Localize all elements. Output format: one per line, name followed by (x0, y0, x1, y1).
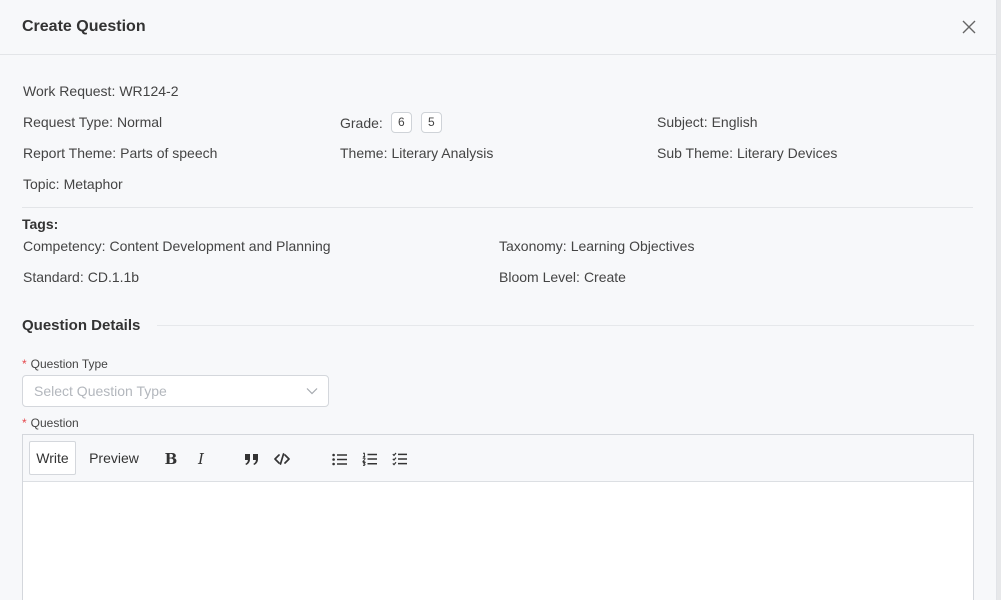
topic-label: Topic: (23, 176, 60, 192)
bloom-level-label: Bloom Level: (499, 269, 580, 285)
taxonomy-label: Taxonomy: (499, 238, 567, 254)
numbered-list-button[interactable] (360, 449, 380, 469)
competency-field: Competency: Content Development and Plan… (23, 238, 331, 254)
italic-icon: I (198, 450, 204, 468)
taxonomy-field: Taxonomy: Learning Objectives (499, 238, 694, 254)
task-list-button[interactable] (390, 449, 410, 469)
modal-body: Work Request: WR124-2 Request Type: Norm… (0, 55, 996, 207)
quote-button[interactable] (242, 449, 262, 469)
question-type-placeholder: Select Question Type (34, 383, 167, 399)
grade-label: Grade: (340, 114, 383, 131)
bloom-level-value: Create (583, 269, 626, 285)
bloom-level-field: Bloom Level: Create (499, 269, 626, 285)
request-type-label: Request Type: (23, 114, 114, 130)
competency-label: Competency: (23, 238, 106, 254)
tags-title: Tags: (22, 216, 59, 232)
question-type-select[interactable]: Select Question Type (22, 375, 329, 407)
standard-value: CD.1.1b (87, 269, 140, 285)
subject-field: Subject: English (657, 114, 758, 130)
sub-theme-field: Sub Theme: Literary Devices (657, 145, 837, 161)
subject-label: Subject: (657, 114, 708, 130)
taxonomy-value: Learning Objectives (570, 238, 695, 254)
competency-value: Content Development and Planning (109, 238, 331, 254)
bold-icon: B (164, 450, 178, 468)
work-request-field: Work Request: WR124-2 (23, 83, 178, 99)
standard-field: Standard: CD.1.1b (23, 269, 139, 285)
required-mark: * (22, 416, 27, 430)
theme-field: Theme: Literary Analysis (340, 145, 493, 161)
task-list-icon (392, 452, 407, 466)
report-theme-value: Parts of speech (120, 145, 218, 161)
request-info: Work Request: WR124-2 Request Type: Norm… (22, 55, 973, 207)
close-button[interactable] (960, 18, 978, 36)
work-request-value: WR124-2 (119, 83, 179, 99)
required-mark: * (22, 357, 27, 371)
sub-theme-label: Sub Theme: (657, 145, 734, 161)
theme-value: Literary Analysis (391, 145, 494, 161)
subject-value: English (711, 114, 758, 130)
tab-preview[interactable]: Preview (86, 441, 142, 475)
bold-button[interactable]: B (161, 449, 181, 469)
theme-label: Theme: (340, 145, 388, 161)
italic-button[interactable]: I (191, 449, 211, 469)
code-button[interactable] (272, 449, 292, 469)
bulleted-list-button[interactable] (330, 449, 350, 469)
backdrop-edge (997, 0, 1001, 600)
question-details-title: Question Details (22, 317, 141, 334)
report-theme-label: Report Theme: (23, 145, 117, 161)
report-theme-field: Report Theme: Parts of speech (23, 145, 217, 161)
question-editor: Write Preview B I (22, 434, 974, 600)
grade-chip: 5 (420, 112, 442, 133)
code-icon (274, 453, 290, 465)
grade-chip: 6 (390, 112, 412, 133)
topic-value: Metaphor (63, 176, 123, 192)
section-title-line (157, 325, 974, 326)
close-icon (962, 20, 976, 34)
question-type-label-text: Question Type (30, 357, 108, 371)
create-question-modal: Create Question Work Request: WR124-2 Re… (0, 0, 997, 600)
question-type-label: * Question Type (22, 357, 108, 371)
numbered-list-icon (362, 452, 377, 466)
question-label-text: Question (30, 416, 79, 430)
modal-header: Create Question (0, 0, 996, 55)
request-type-value: Normal (117, 114, 163, 130)
modal-title: Create Question (22, 18, 146, 35)
bulleted-list-icon (332, 453, 347, 465)
editor-toolbar: Write Preview B I (23, 435, 973, 482)
chevron-down-icon (306, 388, 318, 395)
request-type-field: Request Type: Normal (23, 114, 162, 130)
sub-theme-value: Literary Devices (737, 145, 838, 161)
question-label: * Question (22, 416, 79, 430)
standard-label: Standard: (23, 269, 84, 285)
section-divider (22, 207, 973, 208)
quote-icon (245, 454, 258, 465)
topic-field: Topic: Metaphor (23, 176, 123, 192)
grade-field: Grade: 6 5 (340, 112, 442, 133)
work-request-label: Work Request: (23, 83, 116, 99)
tab-write[interactable]: Write (29, 441, 76, 475)
question-textarea[interactable] (23, 482, 973, 600)
